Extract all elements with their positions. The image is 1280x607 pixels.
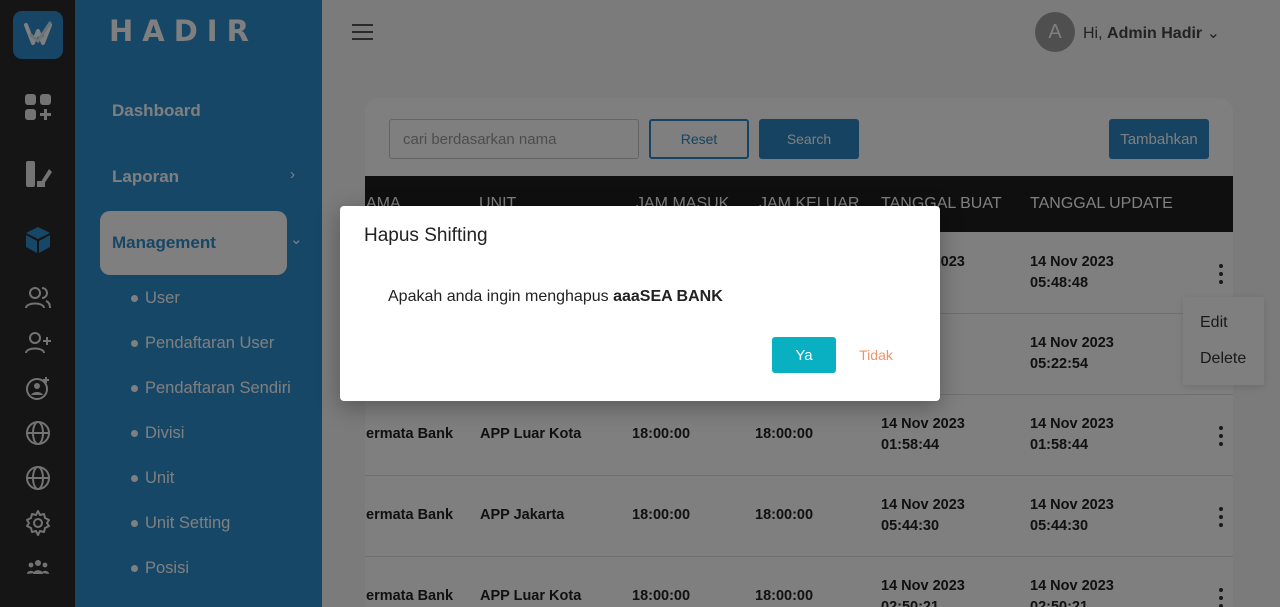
- confirm-button[interactable]: Ya: [772, 337, 836, 373]
- dialog-message-text: Apakah anda ingin menghapus: [388, 288, 609, 305]
- dialog-target-name: aaaSEA BANK: [613, 288, 723, 305]
- cancel-button[interactable]: Tidak: [848, 337, 904, 373]
- dialog-message: Apakah anda ingin menghapus aaaSEA BANK: [388, 288, 723, 306]
- dialog-title: Hapus Shifting: [364, 225, 488, 246]
